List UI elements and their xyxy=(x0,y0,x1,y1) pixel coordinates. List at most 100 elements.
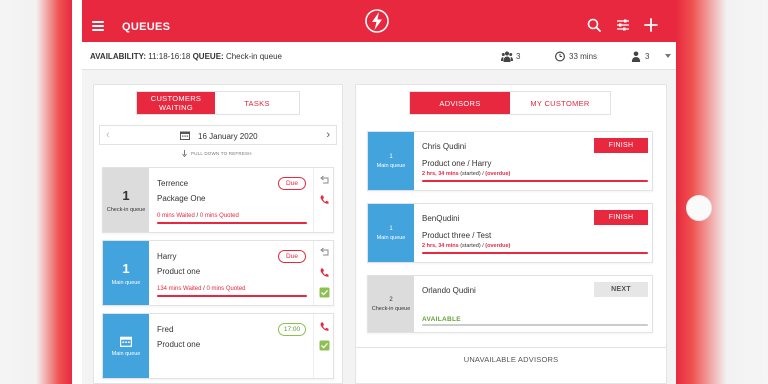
customer-card[interactable]: 1 Main queue Harry Product one Due 134 m… xyxy=(102,240,334,306)
customer-card[interactable]: 1 Check-in queue Terrence Package One Du… xyxy=(102,167,334,233)
app-window: QUEUES AVAILABILITY: 11:18-16:18 QUEUE: xyxy=(82,0,676,384)
advisor-queue-badge: 1 Main queue xyxy=(368,132,414,190)
advisor-name: BenQudini xyxy=(422,214,460,223)
advisor-queue-number: 1 xyxy=(389,153,393,160)
customer-name: Fred xyxy=(157,325,174,334)
overdue-label: (overdue) xyxy=(485,171,511,177)
tab-my-customer[interactable]: MY CUSTOMER xyxy=(510,92,610,114)
tab-advisors[interactable]: ADVISORS xyxy=(410,92,510,114)
advisor-queue-name: Main queue xyxy=(376,234,406,241)
wait-info: 134 mins Waited / 0 mins Quoted xyxy=(157,286,246,292)
waited-time: 134 mins Waited xyxy=(157,286,202,292)
unavailable-advisors-section[interactable]: UNAVAILABLE ADVISORS xyxy=(356,347,666,371)
card-actions xyxy=(313,314,334,378)
availability-info: AVAILABILITY: 11:18-16:18 QUEUE: Check-i… xyxy=(90,52,282,61)
advisor-queue-badge: 2 Check-in queue xyxy=(368,276,414,332)
page-title: QUEUES xyxy=(122,21,171,33)
queue-position: 1 xyxy=(122,260,130,276)
advisors-tabs: ADVISORS MY CUSTOMER xyxy=(409,91,611,115)
customer-card[interactable]: Main queue Fred Product one 17:00 xyxy=(102,313,334,379)
wait-progress-bar xyxy=(157,295,307,297)
checkbox-icon[interactable] xyxy=(319,287,330,298)
started-label: (started) / xyxy=(460,171,486,177)
advisors-stat: 3 xyxy=(630,51,649,62)
queue-name: Main queue xyxy=(111,350,141,357)
queue-value: Check-in queue xyxy=(225,52,282,61)
undo-icon[interactable] xyxy=(319,175,330,186)
appointment-time-badge: 17:00 xyxy=(278,323,306,336)
phone-icon[interactable] xyxy=(319,321,330,332)
waited-time: 0 mins Waited xyxy=(157,213,195,219)
next-button[interactable]: NEXT xyxy=(594,282,648,297)
people-waiting-stat: 3 xyxy=(501,51,520,62)
advisor-queue-name: Main queue xyxy=(376,162,406,169)
elapsed-time: 2 hrs, 34 mins xyxy=(422,171,459,177)
customer-name: Harry xyxy=(157,252,177,261)
phone-icon[interactable] xyxy=(319,267,330,278)
chevron-right-icon[interactable]: › xyxy=(326,130,330,141)
advisor-queue-name: Check-in queue xyxy=(371,305,411,312)
wait-progress-bar xyxy=(157,222,307,224)
advisor-card[interactable]: 1 Main queue BenQudini FINISH Product th… xyxy=(367,203,653,263)
menu-icon[interactable] xyxy=(92,21,104,33)
advisor-name: Chris Qudini xyxy=(422,142,467,151)
tab-customers-waiting[interactable]: CUSTOMERS WAITING xyxy=(137,92,215,114)
device-frame-right xyxy=(676,0,768,384)
card-actions xyxy=(313,168,334,232)
wait-info: 0 mins Waited / 0 mins Quoted xyxy=(157,213,239,219)
service-progress-bar xyxy=(422,252,648,254)
finish-button[interactable]: FINISH xyxy=(594,210,648,225)
calendar-icon xyxy=(120,336,132,347)
plus-icon[interactable] xyxy=(643,17,659,33)
customer-product: Product one xyxy=(157,267,201,276)
started-label: (started) / xyxy=(460,243,486,249)
availability-label: AVAILABILITY: xyxy=(90,52,146,61)
advisor-service: Product one / Harry xyxy=(422,159,492,168)
tablet-home-button xyxy=(686,195,712,221)
people-icon xyxy=(501,51,513,62)
customer-product: Product one xyxy=(157,340,201,349)
device-frame-left xyxy=(0,0,72,384)
checkbox-icon[interactable] xyxy=(319,340,330,351)
arrow-down-icon xyxy=(182,150,187,157)
queue-name: Check-in queue xyxy=(106,206,146,213)
advisor-name: Orlando Qudini xyxy=(422,286,476,295)
customer-name: Terrence xyxy=(157,179,189,188)
availability-status: AVAILABLE xyxy=(422,316,461,323)
date-selector: ‹ 16 January 2020 › xyxy=(99,125,337,145)
filter-sliders-icon[interactable] xyxy=(615,17,631,33)
wait-time: 33 mins xyxy=(569,52,598,61)
advisor-service: Product three / Test xyxy=(422,231,492,240)
availability-value: 11:18-16:18 xyxy=(148,52,191,61)
chevron-down-icon[interactable] xyxy=(665,54,671,58)
clock-icon xyxy=(555,51,565,62)
advisor-queue-number: 1 xyxy=(389,225,393,232)
finish-button[interactable]: FINISH xyxy=(594,138,648,153)
service-progress-bar xyxy=(422,324,648,326)
phone-icon[interactable] xyxy=(319,194,330,205)
lightning-logo-icon xyxy=(365,9,389,33)
customers-panel: CUSTOMERS WAITING TASKS ‹ 16 January 202… xyxy=(93,84,343,384)
advisor-card[interactable]: 1 Main queue Chris Qudini FINISH Product… xyxy=(367,131,653,191)
advisor-card[interactable]: 2 Check-in queue Orlando Qudini NEXT AVA… xyxy=(367,275,653,333)
card-actions xyxy=(313,241,334,305)
calendar-icon xyxy=(180,131,190,140)
search-icon[interactable] xyxy=(586,17,602,33)
status-badge: Due xyxy=(278,250,306,263)
queue-position-badge: 1 Main queue xyxy=(103,241,149,305)
people-count: 3 xyxy=(516,52,521,61)
queue-position-badge: 1 Check-in queue xyxy=(103,168,149,232)
chevron-left-icon[interactable]: ‹ xyxy=(106,130,110,141)
undo-icon[interactable] xyxy=(319,247,330,258)
elapsed-time: 2 hrs, 34 mins xyxy=(422,243,459,249)
wait-time-stat: 33 mins xyxy=(554,51,597,62)
queue-position-badge: Main queue xyxy=(103,314,149,378)
tab-tasks[interactable]: TASKS xyxy=(215,92,299,114)
advisors-count: 3 xyxy=(645,52,650,61)
status-badge: Due xyxy=(278,177,306,190)
advisors-panel: ADVISORS MY CUSTOMER 1 Main queue Chris … xyxy=(355,84,667,384)
queue-position: 1 xyxy=(122,187,130,203)
pull-hint-text: PULL DOWN TO REFRESH xyxy=(191,151,252,156)
selected-date: 16 January 2020 xyxy=(198,132,258,141)
service-progress-bar xyxy=(422,180,648,182)
